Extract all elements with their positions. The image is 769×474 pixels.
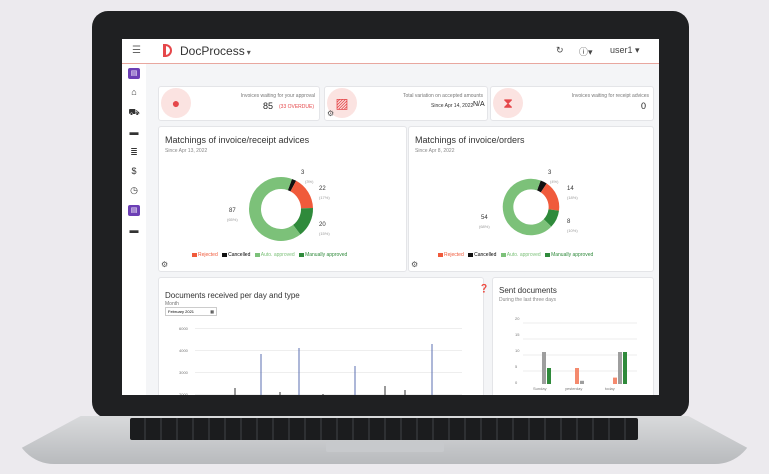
- menu-icon[interactable]: ☰: [132, 45, 141, 56]
- bar-sunday: [542, 352, 546, 384]
- kpi-value: 0: [641, 101, 647, 111]
- kpi-subtitle: Since Apr 14, 2022: [431, 103, 474, 109]
- chart-legend: Rejected Cancelled Auto. approved Manual…: [435, 252, 593, 258]
- sidebar: ▤ ⌂ ⛟ ▬ ≣ $ ◷ ▤ ▬: [122, 64, 146, 395]
- bar-today: [618, 352, 622, 384]
- orders-donut-chart: [502, 178, 560, 236]
- gear-icon[interactable]: ⚙: [327, 109, 334, 118]
- data-label: 3: [301, 170, 305, 176]
- person-icon: ●: [161, 88, 191, 118]
- top-bar: ☰ DocProcess ▾ ↻ ⓘ▾ user1 ▾: [122, 39, 659, 64]
- laptop-keyboard: [130, 418, 638, 440]
- donut-slice-cancelled[interactable]: [536, 180, 547, 193]
- bar-today: [623, 352, 627, 384]
- hourglass-icon: ⧗: [493, 88, 523, 118]
- orders-matching-card: Matchings of invoice/orders Since Apr 8,…: [408, 126, 654, 272]
- bar-yesterday: [575, 368, 579, 384]
- receipt-donut-chart: [249, 177, 313, 241]
- data-label-pct: (15%): [319, 231, 330, 236]
- data-label: 14: [567, 186, 574, 192]
- y-tick: 0: [515, 380, 518, 385]
- gear-icon[interactable]: ⚙: [411, 260, 418, 269]
- dollar-icon[interactable]: $: [128, 166, 140, 177]
- donut-slice-rejected[interactable]: [540, 183, 560, 211]
- refresh-icon[interactable]: ↻: [556, 45, 564, 56]
- gear-icon[interactable]: ⚙: [161, 260, 168, 269]
- truck-icon[interactable]: ▬: [128, 127, 140, 138]
- cart-icon[interactable]: ⛟: [128, 107, 140, 118]
- data-label-pct: (3%): [305, 179, 314, 184]
- help-icon[interactable]: ⓘ▾: [579, 45, 593, 58]
- list-icon[interactable]: ≣: [128, 147, 140, 158]
- data-label-pct: (17%): [319, 195, 330, 200]
- donut-slice-cancelled[interactable]: [287, 178, 297, 192]
- truck-icon[interactable]: ▬: [128, 225, 140, 236]
- data-label: 87: [229, 208, 236, 214]
- kpi-title: Total variation on accepted amounts: [402, 93, 483, 99]
- chart-subtitle: Since Apr 8, 2022: [415, 148, 455, 154]
- kpi-approval-card[interactable]: ● Invoices waiting for your approval 85 …: [158, 86, 320, 121]
- sent-docs-chart: [523, 322, 637, 384]
- data-label: 54: [481, 215, 488, 221]
- app-brand[interactable]: DocProcess ▾: [180, 44, 251, 58]
- kpi-title: Invoices waiting for receipt advices: [571, 93, 649, 99]
- bar-today: [613, 377, 617, 384]
- bar-yesterday: [580, 380, 584, 384]
- donut-slice-rejected[interactable]: [290, 180, 313, 209]
- y-tick: 4000: [179, 348, 188, 353]
- user-menu[interactable]: user1 ▾: [610, 45, 640, 56]
- receipt-matching-card: Matchings of invoice/receipt advices Sin…: [158, 126, 407, 272]
- kpi-note: (33 OVERDUE): [279, 104, 315, 110]
- app-screen: ☰ DocProcess ▾ ↻ ⓘ▾ user1 ▾ ▤ ⌂ ⛟ ▬ ≣ $ ◷…: [122, 39, 659, 395]
- data-label: 22: [319, 186, 326, 192]
- laptop-trackpad: [326, 442, 444, 452]
- calendar-icon: ▦: [210, 309, 214, 314]
- docs-bar-chart: [234, 344, 433, 395]
- kpi-variation-card[interactable]: ▨ ⚙ Total variation on accepted amounts …: [324, 86, 488, 121]
- chart-title: Matchings of invoice/receipt advices: [165, 135, 310, 145]
- donut-slice-manually-approved[interactable]: [543, 208, 559, 227]
- sent-docs-card: Sent documents During the last three day…: [492, 277, 654, 395]
- data-label: 8: [567, 219, 571, 225]
- y-tick: 3000: [179, 370, 188, 375]
- chart-title: Matchings of invoice/orders: [415, 135, 525, 145]
- chart-subtitle: Since Apr 13, 2022: [165, 148, 208, 154]
- chevron-down-icon: ▾: [246, 48, 251, 57]
- data-label-pct: (10%): [567, 228, 578, 233]
- data-label-pct: (18%): [567, 195, 578, 200]
- chart-title: Sent documents: [499, 286, 557, 295]
- docprocess-logo: [163, 44, 172, 57]
- data-label-pct: (68%): [479, 224, 490, 229]
- data-label-pct: (65%): [227, 217, 238, 222]
- kpi-receipt-card[interactable]: ⧗ Invoices waiting for receipt advices 0: [490, 86, 654, 121]
- chart-legend: Rejected Cancelled Auto. approved Manual…: [189, 252, 347, 258]
- document-icon[interactable]: ▤: [128, 68, 140, 79]
- donut-slice-manually-approved[interactable]: [292, 207, 313, 235]
- home-icon[interactable]: ⌂: [128, 87, 140, 98]
- y-tick: 5: [515, 364, 518, 369]
- chart-title: Documents received per day and type: [165, 291, 300, 300]
- kpi-value: 85: [263, 101, 274, 111]
- month-picker[interactable]: February 2021 ▦: [165, 307, 217, 316]
- bar-sunday: [547, 368, 551, 384]
- help-icon[interactable]: ❓: [479, 284, 489, 293]
- x-tick: today: [605, 386, 615, 391]
- y-tick: 20: [515, 316, 520, 321]
- clock-icon[interactable]: ◷: [128, 185, 140, 196]
- kpi-value: N/A: [473, 101, 485, 108]
- kpi-title: Invoices waiting for your approval: [240, 93, 315, 99]
- document-icon[interactable]: ▤: [128, 205, 140, 216]
- data-label: 3: [548, 170, 552, 176]
- docs-per-day-card: Documents received per day and type Mont…: [158, 277, 489, 395]
- y-tick: 6000: [179, 326, 188, 331]
- y-tick: 10: [515, 348, 520, 353]
- x-tick: yesterday: [565, 386, 583, 391]
- y-tick: 15: [515, 332, 520, 337]
- x-tick: Sunday: [533, 386, 547, 391]
- data-label-pct: (4%): [550, 179, 559, 184]
- data-label: 20: [319, 222, 326, 228]
- y-tick: 2000: [179, 392, 188, 395]
- chart-subtitle: During the last three days: [499, 297, 556, 303]
